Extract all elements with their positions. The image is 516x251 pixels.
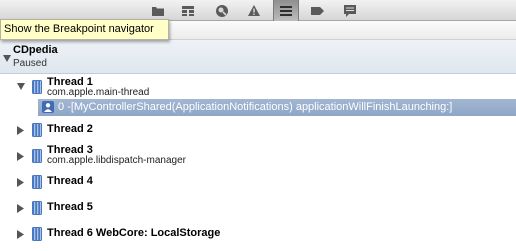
stack-frame-row[interactable]: 0 -[MyControllerShared(ApplicationNotifi… bbox=[38, 99, 516, 116]
thread-icon bbox=[32, 227, 42, 241]
disclosure-collapsed-icon[interactable] bbox=[17, 204, 25, 213]
debug-icon bbox=[280, 5, 292, 16]
thread-icon bbox=[32, 175, 42, 189]
thread-row[interactable]: Thread 6 WebCore: LocalStorage bbox=[0, 221, 516, 247]
issue-navigator-button[interactable] bbox=[243, 2, 265, 19]
disclosure-collapsed-icon[interactable] bbox=[17, 152, 25, 161]
thread-name: Thread 4 bbox=[47, 175, 93, 187]
stack-frame-label: 0 -[MyControllerShared(ApplicationNotifi… bbox=[58, 101, 453, 113]
process-name: CDpedia bbox=[13, 44, 58, 56]
thread-name: Thread 6 WebCore: LocalStorage bbox=[47, 227, 221, 239]
breakpoint-icon bbox=[311, 6, 324, 15]
symbol-navigator-button[interactable] bbox=[177, 2, 199, 19]
thread-icon bbox=[32, 80, 42, 94]
process-row[interactable]: CDpedia Paused bbox=[0, 40, 516, 74]
disclosure-expanded-icon[interactable] bbox=[3, 55, 12, 63]
disclosure-collapsed-icon[interactable] bbox=[17, 178, 25, 187]
project-navigator-button[interactable] bbox=[147, 2, 169, 19]
hierarchy-icon bbox=[182, 5, 194, 16]
thread-row[interactable]: Thread 3 com.apple.libdispatch-manager bbox=[0, 143, 516, 169]
thread-name: Thread 2 bbox=[47, 123, 93, 135]
process-state: Paused bbox=[13, 58, 47, 69]
thread-row[interactable]: Thread 1 com.apple.main-thread bbox=[0, 74, 516, 100]
log-icon bbox=[344, 4, 356, 17]
thread-queue: com.apple.libdispatch-manager bbox=[47, 155, 186, 166]
thread-icon bbox=[32, 149, 42, 163]
search-icon bbox=[216, 4, 228, 17]
thread-name: Thread 5 bbox=[47, 201, 93, 213]
disclosure-expanded-icon[interactable] bbox=[17, 83, 26, 91]
thread-row[interactable]: Thread 4 bbox=[0, 169, 516, 195]
log-navigator-button[interactable] bbox=[339, 2, 361, 19]
user-frame-icon bbox=[42, 101, 54, 113]
search-navigator-button[interactable] bbox=[211, 2, 233, 19]
navigator-toolbar bbox=[0, 0, 516, 21]
thread-icon bbox=[32, 201, 42, 215]
disclosure-collapsed-icon[interactable] bbox=[17, 230, 25, 239]
tooltip: Show the Breakpoint navigator bbox=[0, 19, 169, 40]
disclosure-collapsed-icon[interactable] bbox=[17, 126, 25, 135]
thread-row[interactable]: Thread 2 bbox=[0, 117, 516, 143]
thread-row[interactable]: Thread 5 bbox=[0, 195, 516, 221]
debug-navigator-button[interactable] bbox=[273, 0, 299, 21]
thread-queue: com.apple.main-thread bbox=[47, 87, 150, 98]
thread-icon bbox=[32, 123, 42, 137]
breakpoint-navigator-button[interactable] bbox=[307, 2, 329, 19]
warning-icon bbox=[248, 5, 260, 16]
folder-icon bbox=[152, 6, 164, 16]
